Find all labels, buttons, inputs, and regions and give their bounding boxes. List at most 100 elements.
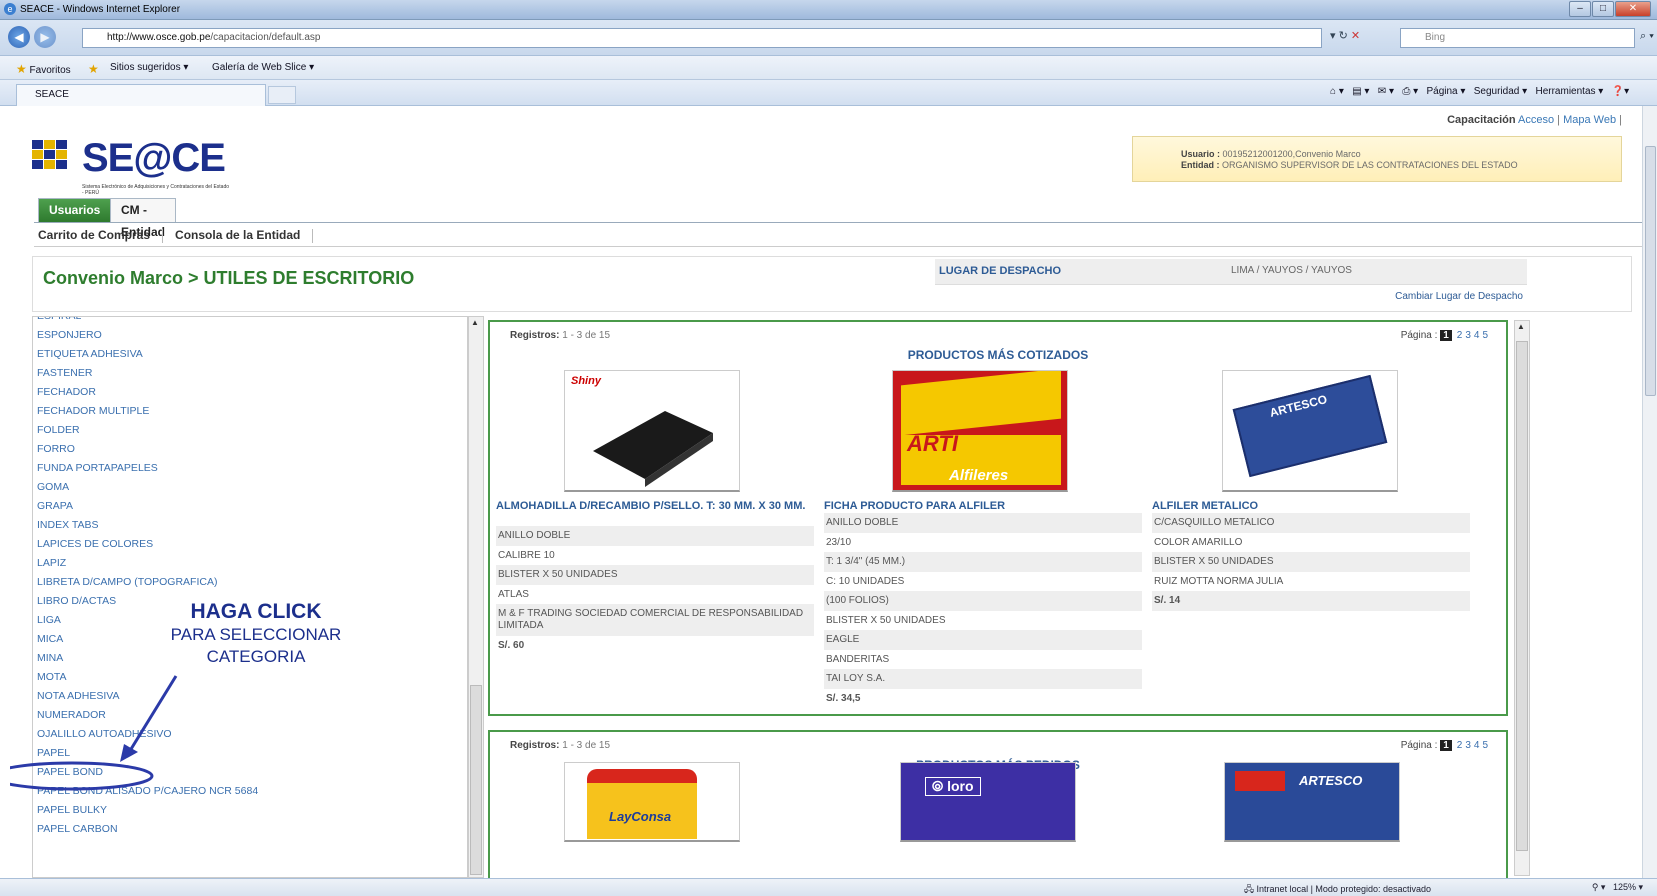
tab-usuarios[interactable]: Usuarios bbox=[38, 198, 112, 222]
tools-menu[interactable]: Herramientas ▾ bbox=[1535, 86, 1603, 97]
lugar-label: LUGAR DE DESPACHO bbox=[939, 265, 1062, 277]
product-attribute: C/CASQUILLO METALICO bbox=[1152, 513, 1470, 533]
logo-grid-icon bbox=[32, 140, 72, 174]
forward-icon[interactable]: ▶ bbox=[34, 26, 56, 48]
product-attribute: COLOR AMARILLO bbox=[1154, 536, 1243, 548]
category-item[interactable]: LAPIZ bbox=[37, 554, 258, 573]
capacitacion-label: Capacitación bbox=[1447, 114, 1516, 126]
layconsa-logo: LayConsa bbox=[609, 809, 672, 824]
category-scrollbar[interactable]: ▲ bbox=[468, 316, 484, 878]
product-attribute: C: 10 UNIDADES bbox=[826, 575, 905, 587]
category-item[interactable]: FECHADOR bbox=[37, 383, 258, 402]
suggested-sites[interactable]: Sitios sugeridos ▾ bbox=[110, 62, 188, 73]
security-menu[interactable]: Seguridad ▾ bbox=[1474, 86, 1527, 97]
zoom-level[interactable]: ⚲ ▾ 125% ▾ bbox=[1592, 882, 1643, 893]
category-item[interactable]: GOMA bbox=[37, 478, 258, 497]
entity-value: ORGANISMO SUPERVISOR DE LAS CONTRATACION… bbox=[1222, 160, 1518, 170]
product-image[interactable]: Shiny bbox=[564, 370, 740, 492]
url-field[interactable]: http://www.osce.gob.pe/capacitacion/defa… bbox=[82, 28, 1322, 48]
category-item[interactable]: GRAPA bbox=[37, 497, 258, 516]
category-item[interactable]: PAPEL CARBON bbox=[37, 820, 258, 839]
category-item[interactable]: INDEX TABS bbox=[37, 516, 258, 535]
product-attribute: BLISTER X 50 UNIDADES bbox=[496, 565, 814, 585]
annotation-line2: CATEGORIA bbox=[206, 647, 306, 666]
maximize-button[interactable]: □ bbox=[1592, 1, 1614, 17]
page-menu[interactable]: Página ▾ bbox=[1426, 86, 1465, 97]
mail-icon[interactable]: ✉ ▾ bbox=[1378, 86, 1394, 97]
shiny-logo: Shiny bbox=[571, 375, 601, 387]
product-name[interactable]: ALMOHADILLA D/RECAMBIO P/SELLO. T: 30 MM… bbox=[496, 500, 818, 513]
page-5[interactable]: 5 bbox=[1482, 740, 1488, 751]
product-attribute: 23/10 bbox=[826, 536, 852, 548]
product-attribute: BANDERITAS bbox=[826, 653, 890, 665]
page-3[interactable]: 3 bbox=[1465, 740, 1471, 751]
page-1[interactable]: 1 bbox=[1440, 740, 1452, 751]
minimize-button[interactable]: – bbox=[1569, 1, 1591, 17]
category-item[interactable]: FOLDER bbox=[37, 421, 258, 440]
feeds-icon[interactable]: ▤ ▾ bbox=[1352, 86, 1369, 97]
category-item[interactable]: LAPICES DE COLORES bbox=[37, 535, 258, 554]
category-item[interactable]: FUNDA PORTAPAPELES bbox=[37, 459, 258, 478]
products-area: Registros: 1 - 3 de 15 Página : 12345 PR… bbox=[484, 316, 1632, 878]
product-name[interactable]: ALFILER METALICO bbox=[1152, 500, 1474, 513]
product-attribute: S/. 14 bbox=[1152, 591, 1470, 611]
acceso-link[interactable]: Acceso bbox=[1518, 114, 1554, 126]
print-icon[interactable]: ⎙ ▾ bbox=[1402, 86, 1418, 97]
category-item[interactable]: ESPIRAL bbox=[37, 317, 258, 326]
tab-cm-entidad[interactable]: CM - Entidad bbox=[110, 198, 176, 239]
lugar-value: LIMA / YAUYOS / YAUYOS bbox=[1231, 265, 1352, 276]
category-item[interactable]: LIBRETA D/CAMPO (TOPOGRAFICA) bbox=[37, 573, 258, 592]
product-attribute: BLISTER X 50 UNIDADES bbox=[826, 614, 946, 626]
product-attribute: S/. 34,5 bbox=[826, 692, 861, 704]
page-2[interactable]: 2 bbox=[1457, 330, 1463, 341]
logo-name: SE@CE bbox=[82, 136, 226, 180]
back-icon[interactable]: ◀ bbox=[8, 26, 30, 48]
mapa-web-link[interactable]: Mapa Web bbox=[1563, 114, 1616, 126]
registros: Registros: 1 - 3 de 15 bbox=[510, 330, 611, 341]
carrito-link[interactable]: Carrito de Compras bbox=[38, 228, 150, 242]
page-4[interactable]: 4 bbox=[1474, 740, 1480, 751]
subnav-divider bbox=[34, 246, 1642, 247]
annotation-arrow bbox=[10, 675, 178, 791]
product-attribute: RUIZ MOTTA NORMA JULIA bbox=[1154, 575, 1284, 587]
product-image[interactable]: LayConsa bbox=[564, 762, 740, 842]
panel-mas-cotizados: Registros: 1 - 3 de 15 Página : 12345 PR… bbox=[488, 320, 1508, 716]
category-item[interactable]: FECHADOR MULTIPLE bbox=[37, 402, 258, 421]
category-item[interactable]: FASTENER bbox=[37, 364, 258, 383]
tab-divider bbox=[34, 222, 1642, 223]
cambiar-lugar-link[interactable]: Cambiar Lugar de Despacho bbox=[1395, 291, 1523, 302]
favorites-button[interactable]: ★ Favoritos bbox=[16, 62, 71, 76]
products-scrollbar[interactable]: ▲ bbox=[1514, 320, 1530, 876]
category-item[interactable]: ETIQUETA ADHESIVA bbox=[37, 345, 258, 364]
help-icon[interactable]: ❓▾ bbox=[1612, 86, 1629, 97]
page-1[interactable]: 1 bbox=[1440, 330, 1452, 341]
product-image[interactable]: ⦾ loro bbox=[900, 762, 1076, 842]
page-3[interactable]: 3 bbox=[1465, 330, 1471, 341]
favorites-label: Favoritos bbox=[29, 65, 71, 76]
pagination: Página : 12345 bbox=[1400, 330, 1488, 341]
page-2[interactable]: 2 bbox=[1457, 740, 1463, 751]
product-name[interactable]: FICHA PRODUCTO PARA ALFILER bbox=[824, 500, 1146, 513]
arrow-head bbox=[120, 744, 138, 762]
browser-tab[interactable]: SEACE bbox=[16, 84, 266, 106]
add-favorites-icon[interactable]: ★ bbox=[88, 62, 99, 76]
product-image[interactable]: ARTESCO bbox=[1224, 762, 1400, 842]
product-image[interactable]: ARTESCO bbox=[1222, 370, 1398, 492]
product-image[interactable]: ARTI Alfileres bbox=[892, 370, 1068, 492]
page-scrollbar[interactable] bbox=[1642, 106, 1657, 878]
new-tab-button[interactable] bbox=[268, 86, 296, 104]
top-links: Capacitación Acceso | Mapa Web | bbox=[1447, 114, 1622, 126]
panel-title: PRODUCTOS MÁS COTIZADOS bbox=[907, 348, 1089, 362]
home-icon[interactable]: ⌂ ▾ bbox=[1330, 86, 1344, 97]
category-item[interactable]: ESPONJERO bbox=[37, 326, 258, 345]
refresh-stop-icons[interactable]: ▾ ↻ ✕ bbox=[1330, 29, 1360, 42]
search-input[interactable]: Bing bbox=[1400, 28, 1635, 48]
category-item[interactable]: FORRO bbox=[37, 440, 258, 459]
status-bar: 🖧 Intranet local | Modo protegido: desac… bbox=[0, 878, 1657, 896]
close-button[interactable]: ✕ bbox=[1615, 1, 1651, 17]
search-icon[interactable]: ⌕ ▾ bbox=[1640, 30, 1654, 43]
consola-link[interactable]: Consola de la Entidad bbox=[175, 228, 300, 242]
webslice-gallery[interactable]: Galería de Web Slice ▾ bbox=[212, 62, 314, 73]
page-4[interactable]: 4 bbox=[1474, 330, 1480, 341]
page-5[interactable]: 5 bbox=[1482, 330, 1488, 341]
